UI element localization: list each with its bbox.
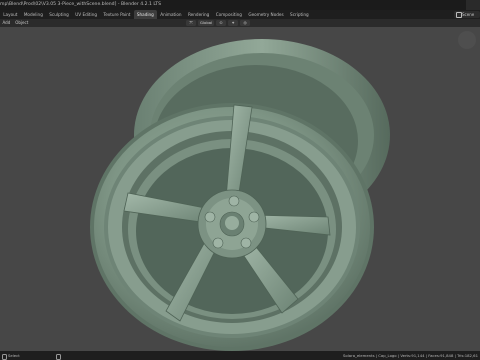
scene-icon xyxy=(456,12,462,18)
navigation-gizmo[interactable] xyxy=(458,31,476,49)
lug-nut xyxy=(248,211,260,223)
proportional-edit-icon[interactable]: ◎ xyxy=(240,20,251,26)
scene-label: Scene xyxy=(462,12,475,17)
viewport-tools: ⤧ Global ⊙ ⌖ ◎ xyxy=(186,20,251,26)
scene-selector[interactable]: Scene xyxy=(454,11,480,18)
menu-add[interactable]: Add xyxy=(0,19,13,27)
tab-compositing[interactable]: Compositing xyxy=(213,10,246,19)
mouse-left-icon xyxy=(2,353,7,360)
wheel-render xyxy=(90,39,390,351)
mouse-middle-icon xyxy=(56,353,61,360)
lug-nut xyxy=(212,237,224,249)
orientation-icon[interactable]: ⤧ xyxy=(186,20,196,26)
tab-rendering[interactable]: Rendering xyxy=(185,10,213,19)
status-stats: Solara_elements | Cap_Logo | Verts:91,14… xyxy=(343,353,478,358)
tab-geometry-nodes[interactable]: Geometry Nodes xyxy=(245,10,287,19)
tab-scripting[interactable]: Scripting xyxy=(287,10,312,19)
tab-uv-editing[interactable]: UV Editing xyxy=(72,10,100,19)
tab-animation[interactable]: Animation xyxy=(157,10,185,19)
status-left-action: Select xyxy=(8,353,20,358)
tab-texture-paint[interactable]: Texture Paint xyxy=(100,10,133,19)
tab-shading[interactable]: Shading xyxy=(133,10,158,19)
status-bar: Select Solara_elements | Cap_Logo | Vert… xyxy=(0,351,480,360)
window-title: mp\Blend\Prod\02\V3.05 3-Piece_withScene… xyxy=(0,2,162,7)
lug-nut xyxy=(228,195,240,207)
lug-nut xyxy=(240,237,252,249)
menu-object[interactable]: Object xyxy=(13,19,31,27)
lug-nut xyxy=(204,211,216,223)
viewport-header: Add Object ⤧ Global ⊙ ⌖ ◎ xyxy=(0,19,480,27)
snap-icon[interactable]: ⌖ xyxy=(228,20,239,26)
transform-orientation-dropdown[interactable]: Global xyxy=(198,20,215,26)
pivot-icon[interactable]: ⊙ xyxy=(216,20,227,26)
workspace-tabs: Layout Modeling Sculpting UV Editing Tex… xyxy=(0,10,312,19)
window-controls[interactable] xyxy=(466,0,480,10)
tab-layout[interactable]: Layout xyxy=(0,10,21,19)
3d-viewport[interactable] xyxy=(0,27,480,351)
viewport-menu: Add Object xyxy=(0,19,31,27)
tab-sculpting[interactable]: Sculpting xyxy=(46,10,72,19)
tab-modeling[interactable]: Modeling xyxy=(21,10,46,19)
top-bar: Layout Modeling Sculpting UV Editing Tex… xyxy=(0,10,480,19)
transform-orientation-label: Global xyxy=(200,20,213,25)
window-title-bar: mp\Blend\Prod\02\V3.05 3-Piece_withScene… xyxy=(0,0,480,10)
